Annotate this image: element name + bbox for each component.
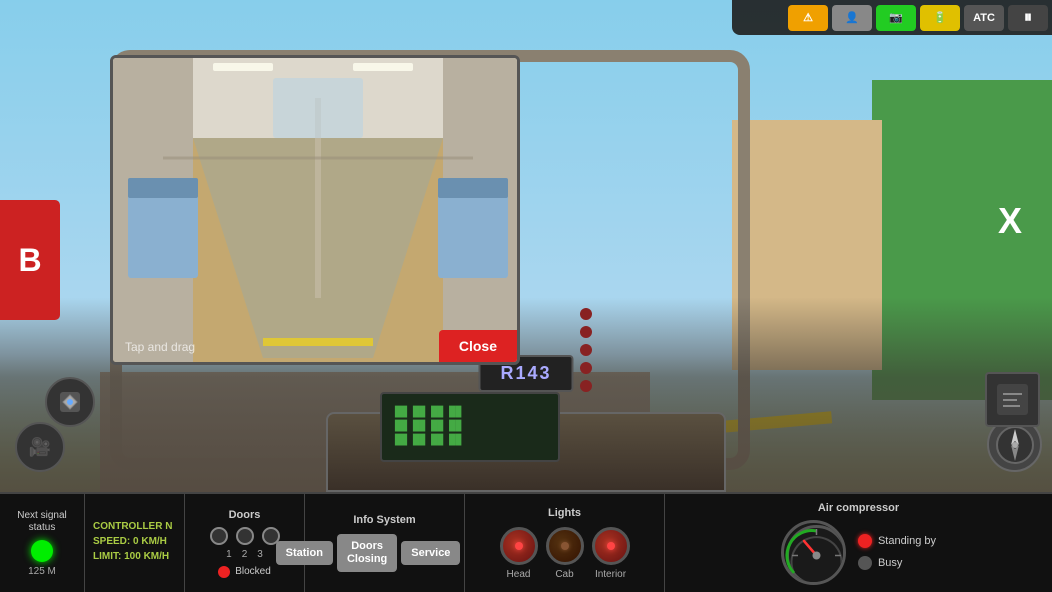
standing-by-dot	[858, 534, 872, 548]
blocked-dot	[218, 566, 230, 578]
svg-text:██ ██ ██ ██: ██ ██ ██ ██	[394, 419, 462, 432]
lights-title: Lights	[548, 507, 581, 519]
service-button[interactable]: Service	[401, 541, 460, 565]
cockpit-dot-1	[580, 308, 592, 320]
cockpit-dot-5	[580, 380, 592, 392]
blocked-indicator: Blocked	[218, 566, 271, 578]
signal-distance: 125 M	[28, 566, 56, 577]
cab-light-control: Cab	[546, 527, 584, 580]
compressor-title: Air compressor	[818, 502, 899, 514]
interior-light-knob[interactable]	[592, 527, 630, 565]
doors-title: Doors	[229, 509, 261, 521]
pause-button[interactable]: ⏸	[1008, 5, 1048, 31]
person-button[interactable]: 👤	[832, 5, 872, 31]
camera-button[interactable]: 🎥	[15, 422, 65, 472]
busy-dot	[858, 556, 872, 570]
busy-label: Busy	[878, 557, 902, 569]
battery-button[interactable]: 🔋	[920, 5, 960, 31]
nav-icon	[58, 390, 82, 414]
left-panel-label: B	[18, 242, 41, 279]
top-bar: ⚠ 👤 📷 🔋 ATC ⏸	[732, 0, 1052, 35]
lights-controls: Head Cab Interior	[500, 527, 630, 580]
controller-line2: SPEED: 0 KM/H	[93, 536, 176, 547]
signal-light	[31, 540, 53, 562]
interior-light-label: Interior	[595, 569, 626, 580]
door-1-label: 1	[226, 549, 232, 560]
controller-line1: CONTROLLER N	[93, 521, 176, 532]
atc-button[interactable]: ATC	[964, 5, 1004, 31]
map-icon	[995, 382, 1030, 417]
map-button[interactable]	[985, 372, 1040, 427]
camera-icon: 🎥	[29, 437, 51, 458]
busy-row: Busy	[858, 556, 936, 570]
standing-by-row: Standing by	[858, 534, 936, 548]
interior-canvas: Tap and drag	[113, 58, 517, 362]
interior-light-control: Interior	[592, 527, 630, 580]
cab-light-knob[interactable]	[546, 527, 584, 565]
blocked-label: Blocked	[235, 566, 271, 577]
compressor-status: Standing by Busy	[858, 534, 936, 570]
pressure-gauge	[781, 520, 846, 585]
cockpit-dot-2	[580, 326, 592, 338]
head-light-knob[interactable]	[500, 527, 538, 565]
cockpit-dot-3	[580, 344, 592, 356]
info-buttons: Station Doors Closing Service 🔧	[276, 534, 494, 572]
signal-section: Next signal status 125 M	[0, 494, 85, 592]
door-3-label: 3	[257, 549, 263, 560]
doors-closing-button[interactable]: Doors Closing	[337, 534, 397, 572]
cockpit-dot-4	[580, 362, 592, 374]
camera-top-button[interactable]: 📷	[876, 5, 916, 31]
compressor-content: Standing by Busy	[781, 520, 936, 585]
door-labels: 1 2 3	[226, 549, 263, 560]
left-panel: B	[0, 200, 60, 320]
door-2-indicator	[236, 527, 254, 545]
interior-light-dot	[607, 542, 615, 550]
controller-line3: LIMIT: 100 KM/H	[93, 551, 176, 562]
display-screen: ██ ██ ██ ██ ██ ██ ██ ██ ██ ██ ██ ██	[385, 397, 555, 457]
air-compressor-section: Air compressor	[665, 494, 1052, 592]
hud-panel: Next signal status 125 M CONTROLLER N SP…	[0, 492, 1052, 592]
cockpit-indicators	[580, 308, 592, 392]
head-light-control: Head	[500, 527, 538, 580]
tap-drag-label: Tap and drag	[125, 340, 195, 354]
interior-svg	[113, 58, 517, 362]
svg-text:██ ██ ██ ██: ██ ██ ██ ██	[394, 433, 462, 446]
station-button[interactable]: Station	[276, 541, 333, 565]
door-indicators	[210, 527, 280, 545]
digital-display: ██ ██ ██ ██ ██ ██ ██ ██ ██ ██ ██ ██	[380, 392, 560, 462]
info-system-title: Info System	[353, 514, 415, 526]
navigation-button[interactable]	[45, 377, 95, 427]
head-light-label: Head	[507, 569, 531, 580]
svg-text:██ ██ ██ ██: ██ ██ ██ ██	[394, 405, 462, 418]
door-1-indicator	[210, 527, 228, 545]
controller-section: CONTROLLER N SPEED: 0 KM/H LIMIT: 100 KM…	[85, 494, 185, 592]
warning-button[interactable]: ⚠	[788, 5, 828, 31]
interior-camera-view: Tap and drag Close	[110, 55, 520, 365]
info-system-section: Info System Station Doors Closing Servic…	[305, 494, 465, 592]
building-x-label: X	[998, 200, 1022, 242]
gauge-svg	[784, 523, 846, 585]
lights-section: Lights Head Cab Interior	[465, 494, 665, 592]
standing-by-label: Standing by	[878, 535, 936, 547]
door-2-label: 2	[242, 549, 248, 560]
compass-icon	[995, 425, 1035, 465]
signal-title: Next signal status	[6, 510, 78, 534]
head-light-dot	[515, 542, 523, 550]
cab-light-label: Cab	[555, 569, 573, 580]
cab-light-dot	[561, 542, 569, 550]
close-button[interactable]: Close	[439, 330, 517, 362]
